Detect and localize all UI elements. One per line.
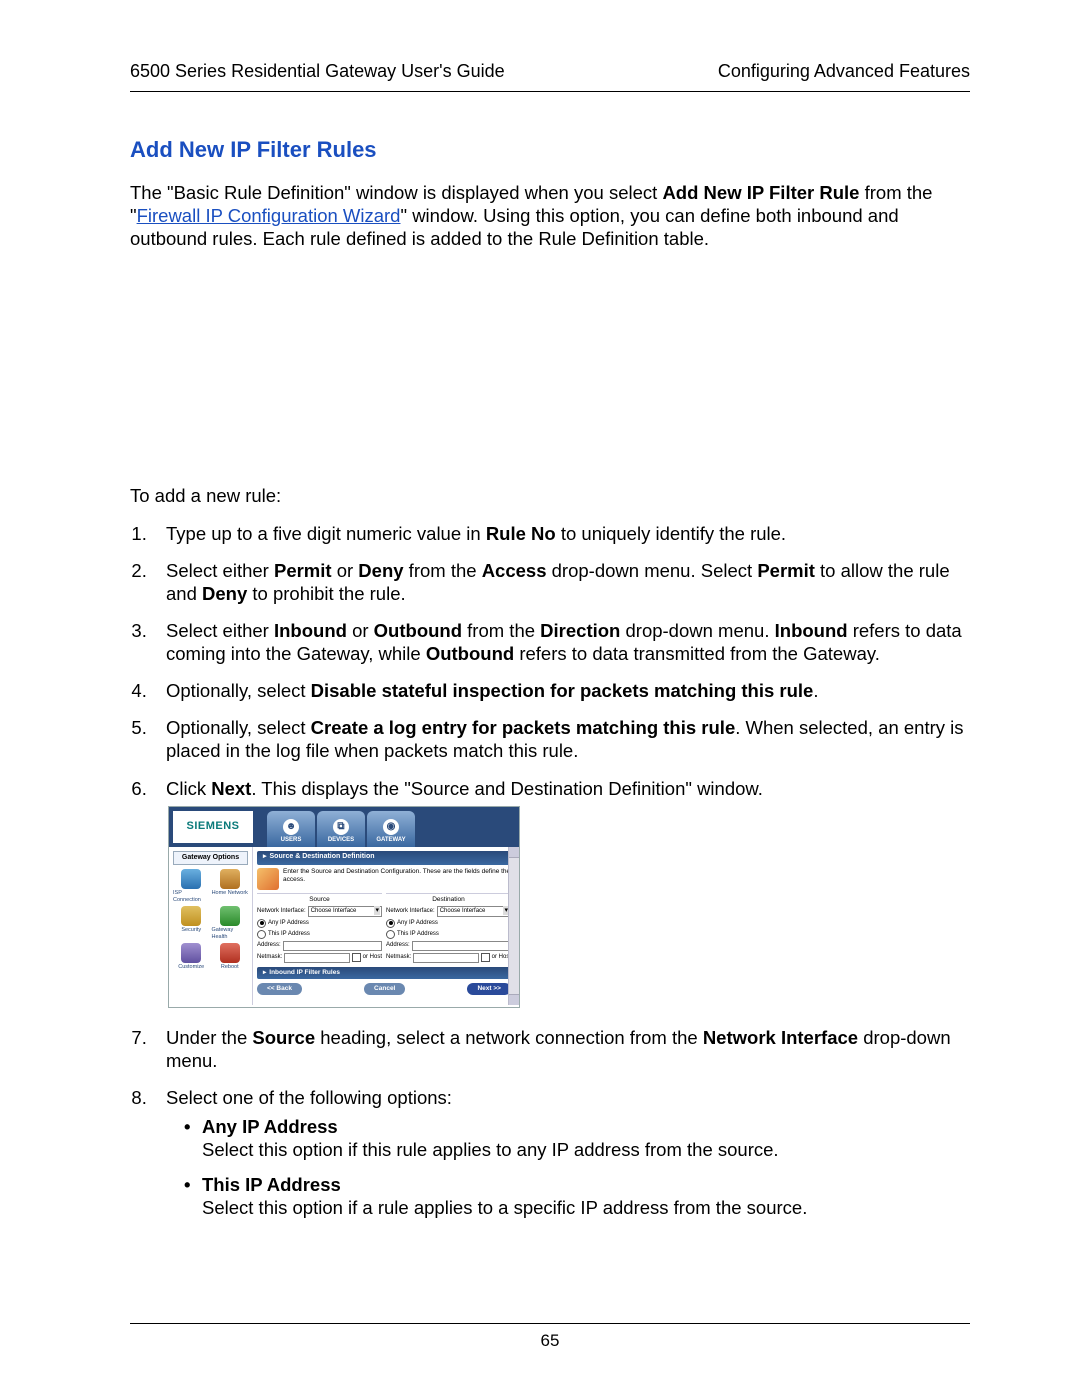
tab-gateway[interactable]: ◉GATEWAY (367, 811, 415, 847)
illustration-icon (257, 868, 279, 890)
option-this-ip: This IP AddressSelect this option if a r… (184, 1173, 970, 1219)
home-icon (220, 869, 240, 889)
netmask-label: Netmask: (257, 954, 282, 962)
tab-devices[interactable]: ⧉DEVICES (317, 811, 365, 847)
dest-this-ip-radio[interactable] (386, 930, 395, 939)
sidebar-title: Gateway Options (173, 851, 248, 866)
dest-any-ip-radio[interactable] (386, 919, 395, 928)
dest-netmask-input[interactable] (413, 953, 478, 963)
users-icon: ☻ (283, 819, 299, 835)
figure-placeholder (130, 264, 970, 484)
cancel-button[interactable]: Cancel (364, 983, 405, 995)
step-5: Optionally, select Create a log entry fo… (152, 716, 970, 762)
dest-interface-select[interactable]: Choose Interface (437, 906, 511, 917)
sidebar-item-reboot[interactable]: Reboot (212, 943, 249, 971)
health-icon (220, 906, 240, 926)
instruction-row: Enter the Source and Destination Configu… (257, 868, 511, 890)
page-header: 6500 Series Residential Gateway User's G… (130, 60, 970, 92)
dest-address-input[interactable] (412, 941, 511, 951)
dest-heading: Destination (386, 896, 511, 904)
firewall-wizard-link[interactable]: Firewall IP Configuration Wizard (137, 205, 401, 226)
ni-label: Network Interface: (257, 908, 306, 916)
source-this-ip-radio[interactable] (257, 930, 266, 939)
panel-title-bar: ▸Source & Destination Definition (257, 851, 511, 865)
scrollbar[interactable] (508, 847, 519, 1005)
source-address-input[interactable] (283, 941, 382, 951)
lock-icon (181, 906, 201, 926)
source-orhost-checkbox[interactable] (352, 953, 361, 962)
source-any-ip-radio[interactable] (257, 919, 266, 928)
source-column: Source Network Interface:Choose Interfac… (257, 893, 382, 965)
arrow-icon: ▸ (263, 853, 267, 862)
netmask-label: Netmask: (386, 954, 411, 962)
intro-bold: Add New IP Filter Rule (662, 182, 859, 203)
sidebar: Gateway Options ISP Connection Home Netw… (169, 847, 253, 1005)
step-1: Type up to a five digit numeric value in… (152, 522, 970, 545)
source-netmask-input[interactable] (284, 953, 349, 963)
sidebar-item-customize[interactable]: Customize (173, 943, 210, 971)
next-button[interactable]: Next >> (467, 983, 511, 995)
step-6: Click Next. This displays the "Source an… (152, 777, 970, 1008)
instruction-text: Enter the Source and Destination Configu… (283, 868, 511, 890)
intro-paragraph: The "Basic Rule Definition" window is di… (130, 181, 970, 250)
main-panel: ▸Source & Destination Definition Enter t… (253, 847, 519, 1005)
inbound-rules-bar: ▸Inbound IP Filter Rules (257, 967, 511, 979)
reboot-icon (220, 943, 240, 963)
intro-text: The "Basic Rule Definition" window is di… (130, 182, 662, 203)
gear-icon (181, 943, 201, 963)
sidebar-item-home[interactable]: Home Network (212, 869, 249, 904)
gateway-icon: ◉ (383, 819, 399, 835)
tab-users[interactable]: ☻USERS (267, 811, 315, 847)
devices-icon: ⧉ (333, 819, 349, 835)
header-right: Configuring Advanced Features (718, 60, 970, 83)
dest-orhost-checkbox[interactable] (481, 953, 490, 962)
option-any-ip: Any IP AddressSelect this option if this… (184, 1115, 970, 1161)
addr-label: Address: (386, 942, 410, 950)
step-8: Select one of the following options: Any… (152, 1086, 970, 1220)
steps-list: Type up to a five digit numeric value in… (130, 522, 970, 1220)
sidebar-item-isp[interactable]: ISP Connection (173, 869, 210, 904)
page-number: 65 (541, 1331, 560, 1350)
arrow-icon: ▸ (263, 969, 266, 977)
addr-label: Address: (257, 942, 281, 950)
option-list: Any IP AddressSelect this option if this… (166, 1115, 970, 1220)
ni-label: Network Interface: (386, 908, 435, 916)
source-heading: Source (257, 896, 382, 904)
page-footer: 65 (130, 1323, 970, 1351)
header-left: 6500 Series Residential Gateway User's G… (130, 60, 505, 83)
destination-column: Destination Network Interface:Choose Int… (386, 893, 511, 965)
step-3: Select either Inbound or Outbound from t… (152, 619, 970, 665)
step-4: Optionally, select Disable stateful insp… (152, 679, 970, 702)
step-7: Under the Source heading, select a netwo… (152, 1026, 970, 1072)
siemens-logo: SIEMENS (173, 811, 253, 843)
sidebar-item-health[interactable]: Gateway Health (212, 906, 249, 941)
source-interface-select[interactable]: Choose Interface (308, 906, 382, 917)
section-heading: Add New IP Filter Rules (130, 136, 970, 164)
back-button[interactable]: << Back (257, 983, 302, 995)
globe-icon (181, 869, 201, 889)
sidebar-item-security[interactable]: Security (173, 906, 210, 941)
embedded-screenshot: SIEMENS ☻USERS ⧉DEVICES ◉GATEWAY Gateway… (168, 806, 520, 1008)
lead-text: To add a new rule: (130, 484, 970, 507)
step-2: Select either Permit or Deny from the Ac… (152, 559, 970, 605)
